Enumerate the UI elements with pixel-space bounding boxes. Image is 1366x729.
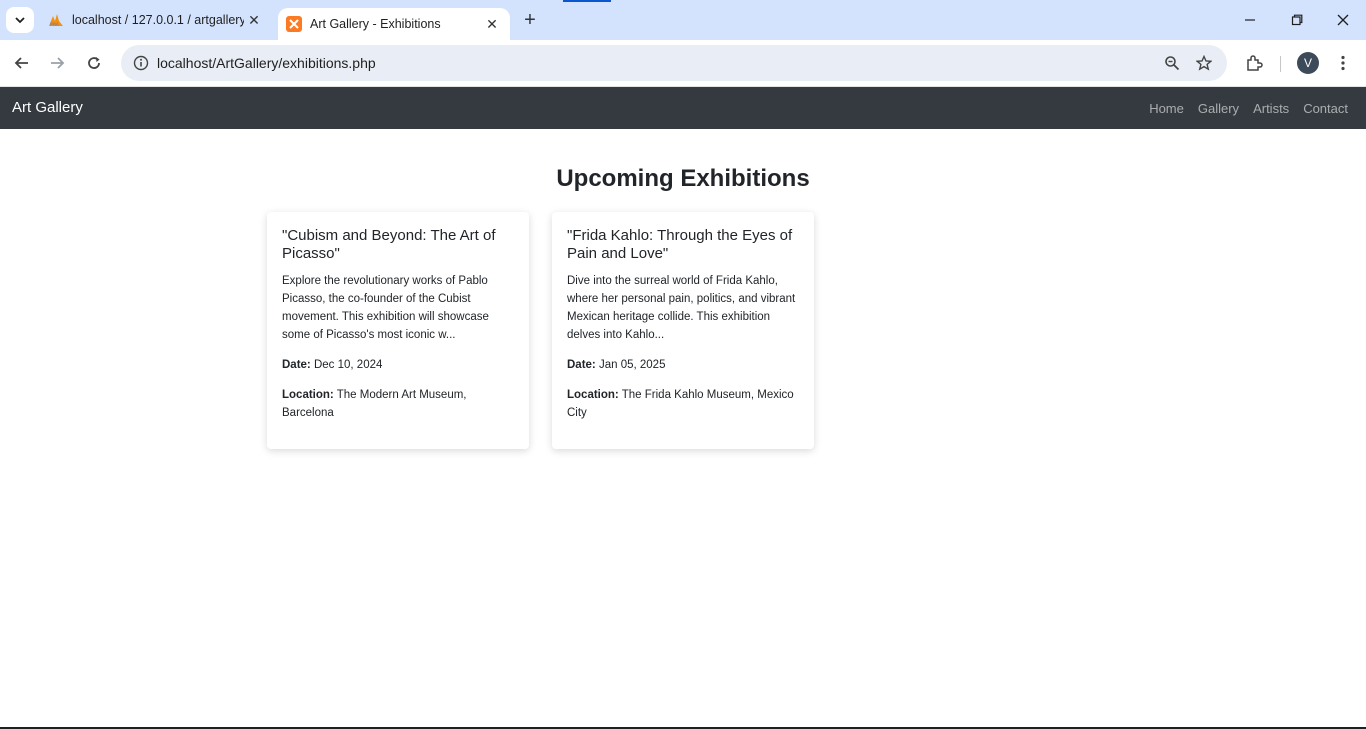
- date-value: Dec 10, 2024: [313, 359, 383, 371]
- forward-icon[interactable]: [44, 50, 70, 76]
- svg-text:PMA: PMA: [50, 22, 59, 27]
- exhibition-location: Location: The Frida Kahlo Museum, Mexico…: [567, 386, 799, 422]
- exhibition-description: Explore the revolutionary works of Pablo…: [282, 275, 489, 341]
- nav-artists[interactable]: Artists: [1253, 101, 1289, 116]
- tab-title: Art Gallery - Exhibitions: [310, 17, 441, 31]
- bookmark-star-icon[interactable]: [1193, 52, 1215, 74]
- nav-home[interactable]: Home: [1149, 101, 1184, 116]
- tab-loading-indicator: [563, 0, 611, 2]
- url-text[interactable]: localhost/ArtGallery/exhibitions.php: [157, 55, 376, 71]
- tab-art-gallery[interactable]: Art Gallery - Exhibitions ✕: [278, 8, 510, 40]
- exhibition-card: "Frida Kahlo: Through the Eyes of Pain a…: [552, 212, 814, 449]
- restore-icon[interactable]: [1285, 8, 1309, 32]
- browser-toolbar: localhost/ArtGallery/exhibitions.php V: [0, 40, 1366, 87]
- minimize-icon[interactable]: [1238, 8, 1262, 32]
- address-bar[interactable]: localhost/ArtGallery/exhibitions.php: [121, 45, 1227, 81]
- site-navbar: Art Gallery Home Gallery Artists Contact: [0, 87, 1366, 129]
- nav-links: Home Gallery Artists Contact: [1149, 101, 1348, 116]
- date-value: Jan 05, 2025: [598, 359, 666, 371]
- xampp-icon: [286, 16, 302, 32]
- nav-gallery[interactable]: Gallery: [1198, 101, 1239, 116]
- extensions-icon[interactable]: [1241, 50, 1267, 76]
- close-window-icon[interactable]: [1331, 8, 1355, 32]
- phpmyadmin-icon: PMA: [48, 12, 64, 28]
- profile-avatar[interactable]: V: [1297, 52, 1319, 74]
- nav-contact[interactable]: Contact: [1303, 101, 1348, 116]
- exhibition-date: Date: Jan 05, 2025: [567, 356, 799, 374]
- brand-link[interactable]: Art Gallery: [12, 99, 83, 116]
- exhibition-location: Location: The Modern Art Museum, Barcelo…: [282, 386, 514, 422]
- location-label: Location:: [282, 389, 334, 401]
- close-icon[interactable]: ✕: [482, 14, 502, 34]
- browser-tabstrip: PMA localhost / 127.0.0.1 / artgallery ✕…: [0, 0, 1366, 40]
- page-title: Upcoming Exhibitions: [556, 165, 810, 192]
- exhibition-description: Dive into the surreal world of Frida Kah…: [567, 275, 796, 341]
- site-info-icon[interactable]: [129, 51, 153, 75]
- exhibition-title: "Cubism and Beyond: The Art of Picasso": [282, 227, 496, 262]
- reload-icon[interactable]: [81, 50, 107, 76]
- date-label: Date:: [567, 359, 596, 371]
- date-label: Date:: [282, 359, 311, 371]
- exhibition-card: "Cubism and Beyond: The Art of Picasso" …: [267, 212, 529, 449]
- exhibition-date: Date: Dec 10, 2024: [282, 356, 514, 374]
- location-label: Location:: [567, 389, 619, 401]
- tab-title: localhost / 127.0.0.1 / artgallery: [72, 13, 244, 27]
- tab-phpmyadmin[interactable]: PMA localhost / 127.0.0.1 / artgallery ✕: [40, 0, 272, 40]
- new-tab-button[interactable]: +: [518, 8, 542, 32]
- back-icon[interactable]: [9, 50, 35, 76]
- toolbar-separator: [1280, 56, 1281, 72]
- close-icon[interactable]: ✕: [244, 10, 264, 30]
- tab-search-button[interactable]: [6, 7, 34, 33]
- exhibition-title: "Frida Kahlo: Through the Eyes of Pain a…: [567, 227, 793, 262]
- zoom-icon[interactable]: [1161, 52, 1183, 74]
- menu-kebab-icon[interactable]: [1330, 50, 1356, 76]
- chevron-down-icon: [15, 17, 25, 24]
